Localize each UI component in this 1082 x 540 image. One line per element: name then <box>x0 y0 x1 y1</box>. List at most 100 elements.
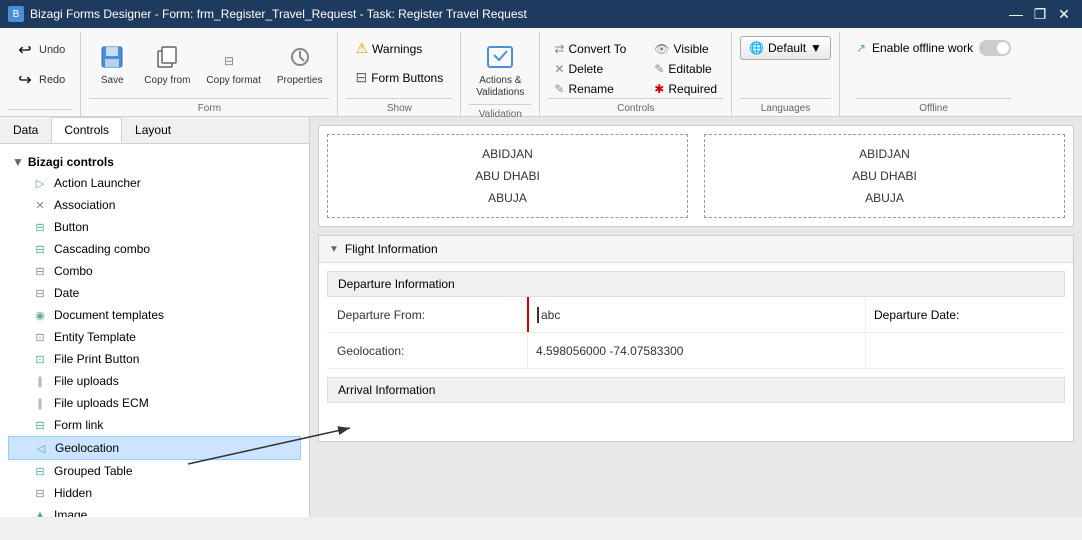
tree-item-grouped-table[interactable]: ⊟ Grouped Table <box>8 460 301 482</box>
close-button[interactable]: ✕ <box>1054 4 1074 24</box>
tree-item-document-templates[interactable]: ◉ Document templates <box>8 304 301 326</box>
actions-validations-button[interactable]: Actions &Validations <box>469 36 531 104</box>
geolocation-value: 4.598056000 -74.07583300 <box>536 344 683 358</box>
minimize-button[interactable]: — <box>1006 4 1026 24</box>
departure-from-row: Departure From: abc Departure Date: <box>327 297 1065 333</box>
visible-button[interactable]: 👁 Visible <box>648 40 723 58</box>
visible-icon: 👁 <box>654 42 669 56</box>
editable-button[interactable]: ✎ Editable <box>648 60 723 78</box>
languages-group: 🌐 Default ▼ Languages <box>732 32 840 116</box>
geolocation-value-field[interactable]: 4.598056000 -74.07583300 <box>527 333 865 368</box>
title-bar: B Bizagi Forms Designer - Form: frm_Regi… <box>0 0 1082 28</box>
copy-from-label: Copy from <box>144 75 190 87</box>
city-item-abidjan-1: ABIDJAN <box>336 143 679 165</box>
properties-icon <box>284 41 316 73</box>
convert-to-button[interactable]: ⇄ Convert To <box>548 40 632 58</box>
tree-item-file-print-button[interactable]: ⊡ File Print Button <box>8 348 301 370</box>
window-controls: — ❐ ✕ <box>1006 4 1074 24</box>
rename-label: Rename <box>568 82 613 96</box>
tab-layout[interactable]: Layout <box>122 117 184 143</box>
image-label: Image <box>54 508 293 517</box>
default-language-button[interactable]: 🌐 Default ▼ <box>740 36 831 60</box>
tree-item-file-uploads-ecm[interactable]: ∥ File uploads ECM <box>8 392 301 414</box>
city-lists: ABIDJAN ABU DHABI ABUJA ABIDJAN ABU DHAB… <box>319 126 1073 226</box>
tree-item-image[interactable]: ▲ Image <box>8 504 301 517</box>
right-panel: ABIDJAN ABU DHABI ABUJA ABIDJAN ABU DHAB… <box>310 117 1082 517</box>
form-link-icon: ⊟ <box>32 417 48 433</box>
tree-item-entity-template[interactable]: ⊡ Entity Template <box>8 326 301 348</box>
tab-controls[interactable]: Controls <box>51 117 122 143</box>
form-group: Save Copy from ⊟ Copy format <box>81 32 338 116</box>
tree-item-button[interactable]: ⊟ Button <box>8 216 301 238</box>
main-area: Data Controls Layout ▼ Bizagi controls ▷… <box>0 117 1082 517</box>
undo-button[interactable]: ↩ Undo <box>8 36 72 64</box>
arrival-info-placeholder <box>327 403 1065 433</box>
tree-item-file-uploads[interactable]: ∥ File uploads <box>8 370 301 392</box>
hidden-label: Hidden <box>54 486 293 500</box>
departure-from-value: abc <box>541 308 560 322</box>
document-templates-label: Document templates <box>54 308 293 322</box>
window-title: Bizagi Forms Designer - Form: frm_Regist… <box>30 7 527 21</box>
show-group: ⚠ Warnings ⊟ Form Buttons Show <box>338 32 461 116</box>
controls-right-col: 👁 Visible ✎ Editable ✱ Required <box>648 36 723 98</box>
entity-template-label: Entity Template <box>54 330 293 344</box>
arrival-info-header: Arrival Information <box>327 377 1065 403</box>
app-icon: B <box>8 6 24 22</box>
geolocation-label: Geolocation <box>55 441 292 455</box>
city-item-abu-dhabi-1: ABU DHABI <box>336 165 679 187</box>
flight-info-header: ▼ Flight Information <box>319 236 1073 263</box>
section-collapse-icon[interactable]: ▼ <box>329 244 339 255</box>
tree-root[interactable]: ▼ Bizagi controls <box>8 152 301 172</box>
offline-group-label: Offline <box>856 98 1011 116</box>
file-uploads-icon: ∥ <box>32 373 48 389</box>
tab-data[interactable]: Data <box>0 117 51 143</box>
tree-item-hidden[interactable]: ⊟ Hidden <box>8 482 301 504</box>
delete-button[interactable]: ✕ Delete <box>548 60 632 78</box>
action-launcher-label: Action Launcher <box>54 176 293 190</box>
convert-to-label: Convert To <box>568 42 626 56</box>
rename-icon: ✎ <box>554 82 564 96</box>
departure-info-header: Departure Information <box>327 271 1065 297</box>
city-item-abu-dhabi-2: ABU DHABI <box>713 165 1056 187</box>
image-icon: ▲ <box>32 507 48 517</box>
copy-from-button[interactable]: Copy from <box>137 36 197 92</box>
save-label: Save <box>101 75 124 87</box>
offline-toggle[interactable]: ↗ Enable offline work <box>856 36 1011 56</box>
tree-item-form-link[interactable]: ⊟ Form link <box>8 414 301 436</box>
left-panel: Data Controls Layout ▼ Bizagi controls ▷… <box>0 117 310 517</box>
languages-group-label: Languages <box>740 98 831 116</box>
hidden-icon: ⊟ <box>32 485 48 501</box>
copy-format-button[interactable]: ⊟ Copy format <box>199 36 267 92</box>
tree-root-label: Bizagi controls <box>28 155 114 169</box>
copy-from-icon <box>151 41 183 73</box>
flight-info-body: Departure Information Departure From: ab… <box>319 263 1073 441</box>
undo-icon: ↩ <box>15 40 35 60</box>
default-label: Default <box>768 41 806 55</box>
undo-redo-buttons: ↩ Undo ↪ Redo <box>8 32 72 109</box>
tree-item-date[interactable]: ⊟ Date <box>8 282 301 304</box>
maximize-button[interactable]: ❐ <box>1030 4 1050 24</box>
tree-item-geolocation[interactable]: ◁ Geolocation <box>8 436 301 460</box>
button-icon: ⊟ <box>32 219 48 235</box>
tree-item-action-launcher[interactable]: ▷ Action Launcher <box>8 172 301 194</box>
cascading-combo-label: Cascading combo <box>54 242 293 256</box>
form-buttons-button[interactable]: ⊟ Form Buttons <box>346 65 452 90</box>
tree-item-combo[interactable]: ⊟ Combo <box>8 260 301 282</box>
file-print-button-icon: ⊡ <box>32 351 48 367</box>
redo-button[interactable]: ↪ Redo <box>8 66 72 94</box>
tree-item-cascading-combo[interactable]: ⊟ Cascading combo <box>8 238 301 260</box>
offline-toggle-switch[interactable] <box>979 40 1011 56</box>
show-group-label: Show <box>346 98 452 116</box>
departure-from-field[interactable]: abc <box>527 297 865 332</box>
properties-button[interactable]: Properties <box>270 36 330 92</box>
form-buttons: Save Copy from ⊟ Copy format <box>89 32 329 98</box>
tree-section: ▼ Bizagi controls ▷ Action Launcher ✕ As… <box>0 148 309 517</box>
rename-button[interactable]: ✎ Rename <box>548 80 632 98</box>
association-label: Association <box>54 198 293 212</box>
validation-group: Actions &Validations Validation <box>461 32 540 116</box>
tree-item-association[interactable]: ✕ Association <box>8 194 301 216</box>
properties-label: Properties <box>277 75 323 87</box>
required-button[interactable]: ✱ Required <box>648 80 723 98</box>
warnings-button[interactable]: ⚠ Warnings <box>346 36 431 61</box>
save-button[interactable]: Save <box>89 36 135 92</box>
